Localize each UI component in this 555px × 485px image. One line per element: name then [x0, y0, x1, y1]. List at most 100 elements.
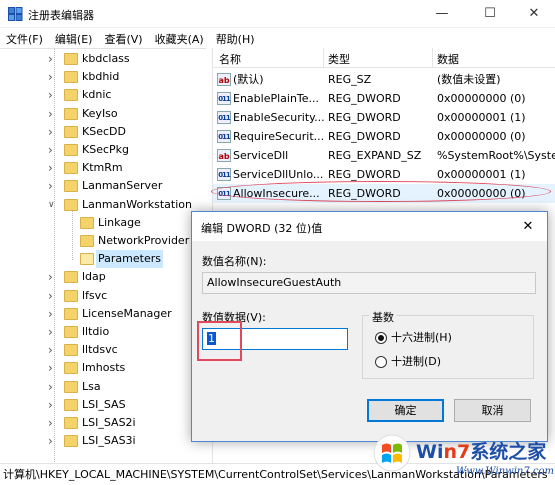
ok-button[interactable]: 确定	[367, 399, 444, 422]
chevron-right-icon[interactable]: ›	[48, 323, 58, 341]
value-type: REG_DWORD	[328, 130, 401, 143]
chevron-right-icon[interactable]: ›	[48, 305, 58, 323]
tree-item[interactable]: › kbdclass	[0, 50, 206, 68]
hex-radio-dot[interactable]	[375, 332, 387, 344]
menu-file[interactable]: 文件(F)	[0, 28, 49, 47]
tree-item[interactable]: › KeyIso	[0, 105, 206, 123]
folder-icon	[64, 289, 78, 302]
chevron-right-icon[interactable]: ›	[48, 123, 58, 141]
chevron-right-icon[interactable]: ›	[48, 159, 58, 177]
dialog-close-button[interactable]: ✕	[510, 212, 546, 241]
tree-item-label: NetworkProvider	[98, 234, 190, 247]
chevron-right-icon[interactable]: ›	[48, 378, 58, 396]
value-name: EnableSecurity...	[233, 111, 325, 124]
tree-item[interactable]: NetworkProvider	[0, 232, 206, 250]
chevron-right-icon[interactable]: ›	[48, 432, 58, 450]
tree-item[interactable]: › lfsvc	[0, 287, 206, 305]
value-name: (默认)	[233, 73, 264, 86]
tree-item[interactable]: › lmhosts	[0, 359, 206, 377]
folder-icon	[64, 307, 78, 320]
chevron-right-icon[interactable]: ›	[48, 414, 58, 432]
folder-icon	[80, 253, 94, 266]
value-name-field[interactable]: AllowInsecureGuestAuth	[202, 272, 536, 294]
dec-radio-dot[interactable]	[375, 356, 387, 368]
registry-editor-icon	[8, 7, 23, 21]
minimize-button[interactable]: —	[420, 0, 464, 28]
tree-item[interactable]: › kbdhid	[0, 68, 206, 86]
tree-item-label: Lsa	[82, 379, 101, 393]
tree-item-label: LSI_SAS3i	[82, 434, 136, 448]
chevron-right-icon[interactable]: ›	[48, 86, 58, 104]
column-divider[interactable]	[432, 48, 433, 68]
chevron-down-icon[interactable]: ∨	[48, 196, 58, 214]
menu-help[interactable]: 帮助(H)	[210, 28, 261, 47]
cancel-button[interactable]: 取消	[454, 399, 531, 422]
menu-favorites[interactable]: 收藏夹(A)	[149, 28, 210, 47]
chevron-right-icon[interactable]: ›	[48, 341, 58, 359]
tree-item[interactable]: › kdnic	[0, 86, 206, 104]
tree-item[interactable]: › LicenseManager	[0, 305, 206, 323]
binary-value-icon: 011	[217, 130, 231, 143]
folder-icon	[64, 125, 78, 138]
tree-item-label: KSecPkg	[82, 143, 129, 156]
tree-item[interactable]: Parameters	[0, 250, 206, 269]
chevron-right-icon[interactable]: ›	[48, 141, 58, 159]
tree-item[interactable]: › ldap	[0, 268, 206, 286]
chevron-right-icon[interactable]: ›	[48, 268, 58, 286]
tree-item[interactable]: › LSI_SAS2i	[0, 414, 206, 432]
column-header-name[interactable]: 名称	[219, 51, 241, 67]
close-button[interactable]: ✕	[512, 0, 555, 28]
chevron-right-icon[interactable]: ›	[48, 287, 58, 305]
tree-item[interactable]: › LanmanServer	[0, 177, 206, 195]
binary-value-icon: 011	[217, 92, 231, 105]
hex-radio[interactable]: 十六进制(H)	[375, 330, 475, 346]
value-row[interactable]: ab ServiceDll REG_EXPAND_SZ %SystemRoot%\Sy…	[213, 146, 555, 165]
folder-icon	[64, 271, 78, 284]
tree-item-label: KeyIso	[82, 106, 118, 120]
value-name-label: 数值名称(N):	[202, 255, 267, 268]
dialog-title-bar: 编辑 DWORD (32 位)值 ✕	[192, 212, 547, 241]
value-type: REG_EXPAND_SZ	[328, 149, 422, 162]
title-bar: 注册表编辑器 — ☐ ✕	[0, 0, 555, 28]
tree-item-label: LanmanServer	[82, 179, 163, 193]
chevron-right-icon[interactable]: ›	[48, 105, 58, 123]
tree-item[interactable]: ∨ LanmanWorkstation	[0, 196, 206, 214]
tree-item[interactable]: › KSecPkg	[0, 141, 206, 159]
tree-item[interactable]: › KtmRm	[0, 159, 206, 177]
value-row[interactable]: ab (默认) REG_SZ (数值未设置)	[213, 70, 555, 89]
chevron-right-icon[interactable]: ›	[48, 359, 58, 377]
tree-item[interactable]: › lltdsvc	[0, 341, 206, 359]
tree-item-label: kdnic	[82, 88, 112, 102]
tree-item[interactable]: › LSI_SAS	[0, 396, 206, 414]
tree-item-label: kbdclass	[82, 52, 130, 65]
column-header-data[interactable]: 数据	[437, 51, 459, 67]
value-row[interactable]: 011 RequireSecurit... REG_DWORD 0x00000000 …	[213, 127, 555, 146]
dec-radio[interactable]: 十进制(D)	[375, 354, 475, 370]
chevron-right-icon[interactable]: ›	[48, 177, 58, 195]
maximize-button[interactable]: ☐	[468, 0, 512, 28]
folder-icon	[64, 144, 78, 156]
column-header-type[interactable]: 类型	[328, 51, 350, 67]
menu-view[interactable]: 查看(V)	[98, 28, 148, 47]
tree-item[interactable]: Linkage	[0, 214, 206, 232]
tree-item[interactable]: › KSecDD	[0, 123, 206, 141]
chevron-right-icon[interactable]: ›	[48, 68, 58, 86]
red-box-annotation	[197, 321, 242, 361]
tree-item[interactable]: › LSI_SAS3i	[0, 432, 206, 450]
chevron-right-icon[interactable]: ›	[48, 50, 58, 68]
value-data: %SystemRoot%\Syster	[437, 149, 555, 162]
tree-item[interactable]: › lltdio	[0, 323, 206, 341]
folder-icon	[64, 71, 78, 84]
base-groupbox: 基数 十六进制(H) 十进制(D)	[362, 309, 534, 379]
menu-edit[interactable]: 编辑(E)	[49, 28, 99, 47]
value-row[interactable]: 011 EnablePlainTe... REG_DWORD 0x00000000 (…	[213, 89, 555, 108]
registry-tree[interactable]: › kbdclass › kbdhid › kdnic › KeyIso › KSecDD › KSe…	[0, 48, 206, 463]
value-type: REG_DWORD	[328, 92, 401, 105]
value-row[interactable]: 011 EnableSecurity... REG_DWORD 0x00000001 …	[213, 108, 555, 127]
column-divider[interactable]	[323, 48, 324, 68]
tree-item-label: kbdhid	[82, 70, 120, 84]
base-label: 基数	[369, 309, 397, 325]
tree-item[interactable]: › Lsa	[0, 378, 206, 396]
tree-item-label: LicenseManager	[82, 306, 172, 320]
chevron-right-icon[interactable]: ›	[48, 396, 58, 414]
